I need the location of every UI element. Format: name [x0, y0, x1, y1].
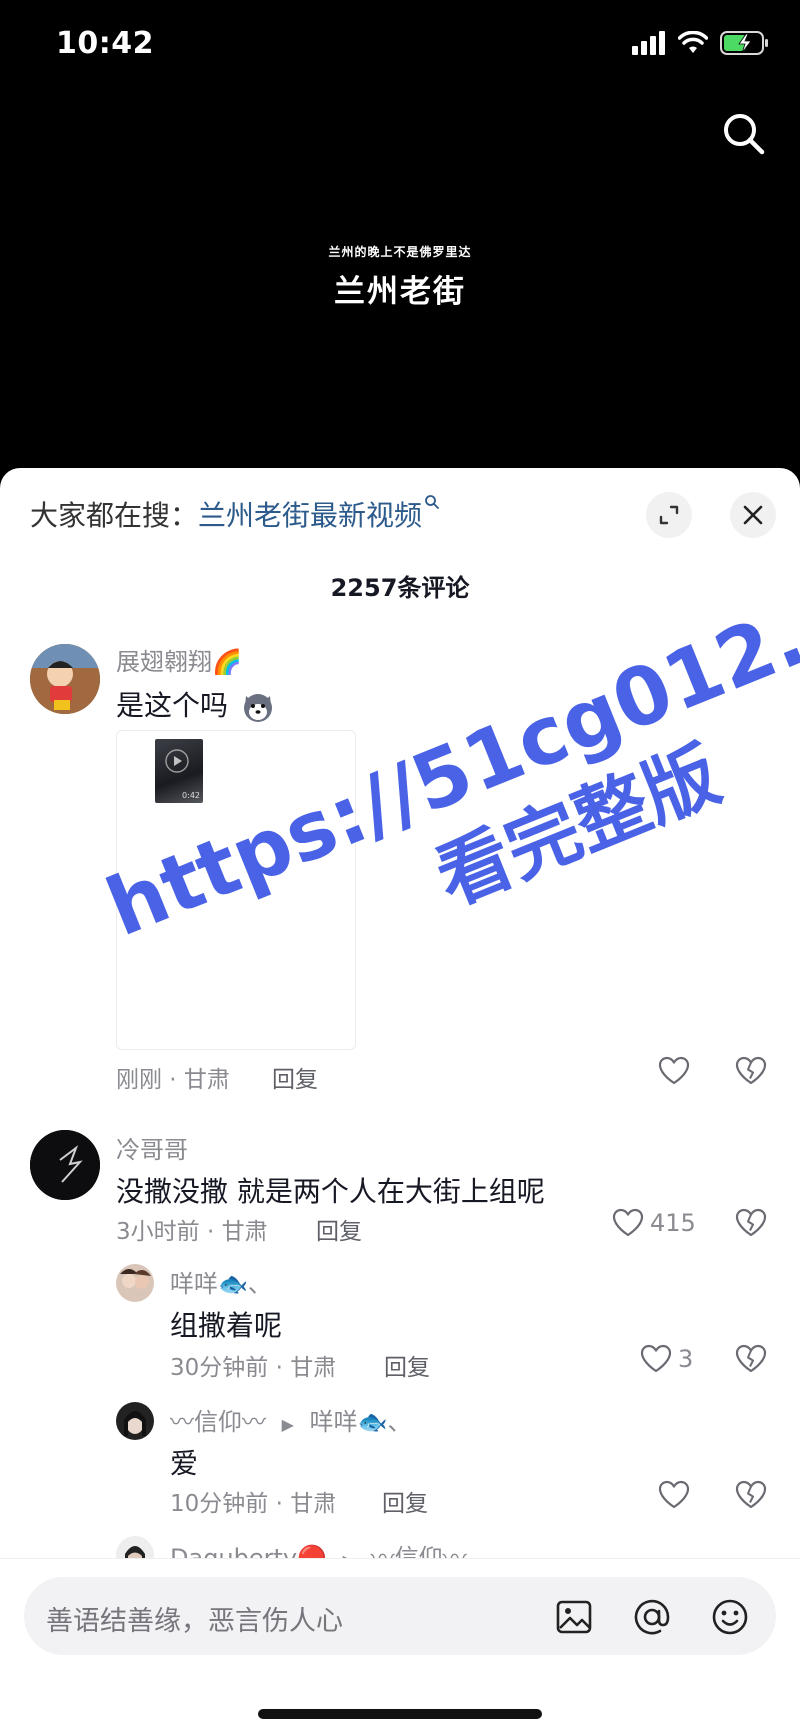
- status-bar: 10:42: [0, 0, 800, 100]
- comment-sheet: 大家都在搜：兰州老街最新视频 2257条评论 展翅翱翔🌈 是这个吗 0:42 刚…: [0, 468, 800, 1733]
- image-icon: [556, 1600, 592, 1634]
- battery-icon: [720, 31, 768, 55]
- search-button[interactable]: [718, 108, 770, 160]
- comment-input-bar: 善语结善缘，恶言伤人心: [0, 1558, 800, 1734]
- status-time: 10:42: [56, 26, 154, 61]
- comment-input[interactable]: 善语结善缘，恶言伤人心: [24, 1577, 776, 1655]
- reply-item: Daguberty🔴 ▶ 〰信仰〰: [0, 468, 800, 1574]
- search-icon: [724, 114, 765, 155]
- video-title: 兰州老街: [334, 274, 466, 310]
- wifi-icon: [678, 31, 708, 53]
- image-button[interactable]: [554, 1597, 594, 1637]
- video-subtitle: 兰州的晚上不是佛罗里达: [328, 245, 472, 259]
- signal-icon: [632, 31, 665, 55]
- emoji-icon: [712, 1599, 748, 1635]
- status-icons: [632, 30, 770, 56]
- comment-input-placeholder: 善语结善缘，恶言伤人心: [46, 1606, 343, 1637]
- home-indicator: [258, 1709, 542, 1719]
- at-icon: [634, 1599, 670, 1635]
- video-caption: 兰州的晚上不是佛罗里达 兰州老街: [0, 243, 800, 311]
- emoji-button[interactable]: [710, 1597, 750, 1637]
- mention-button[interactable]: [632, 1597, 672, 1637]
